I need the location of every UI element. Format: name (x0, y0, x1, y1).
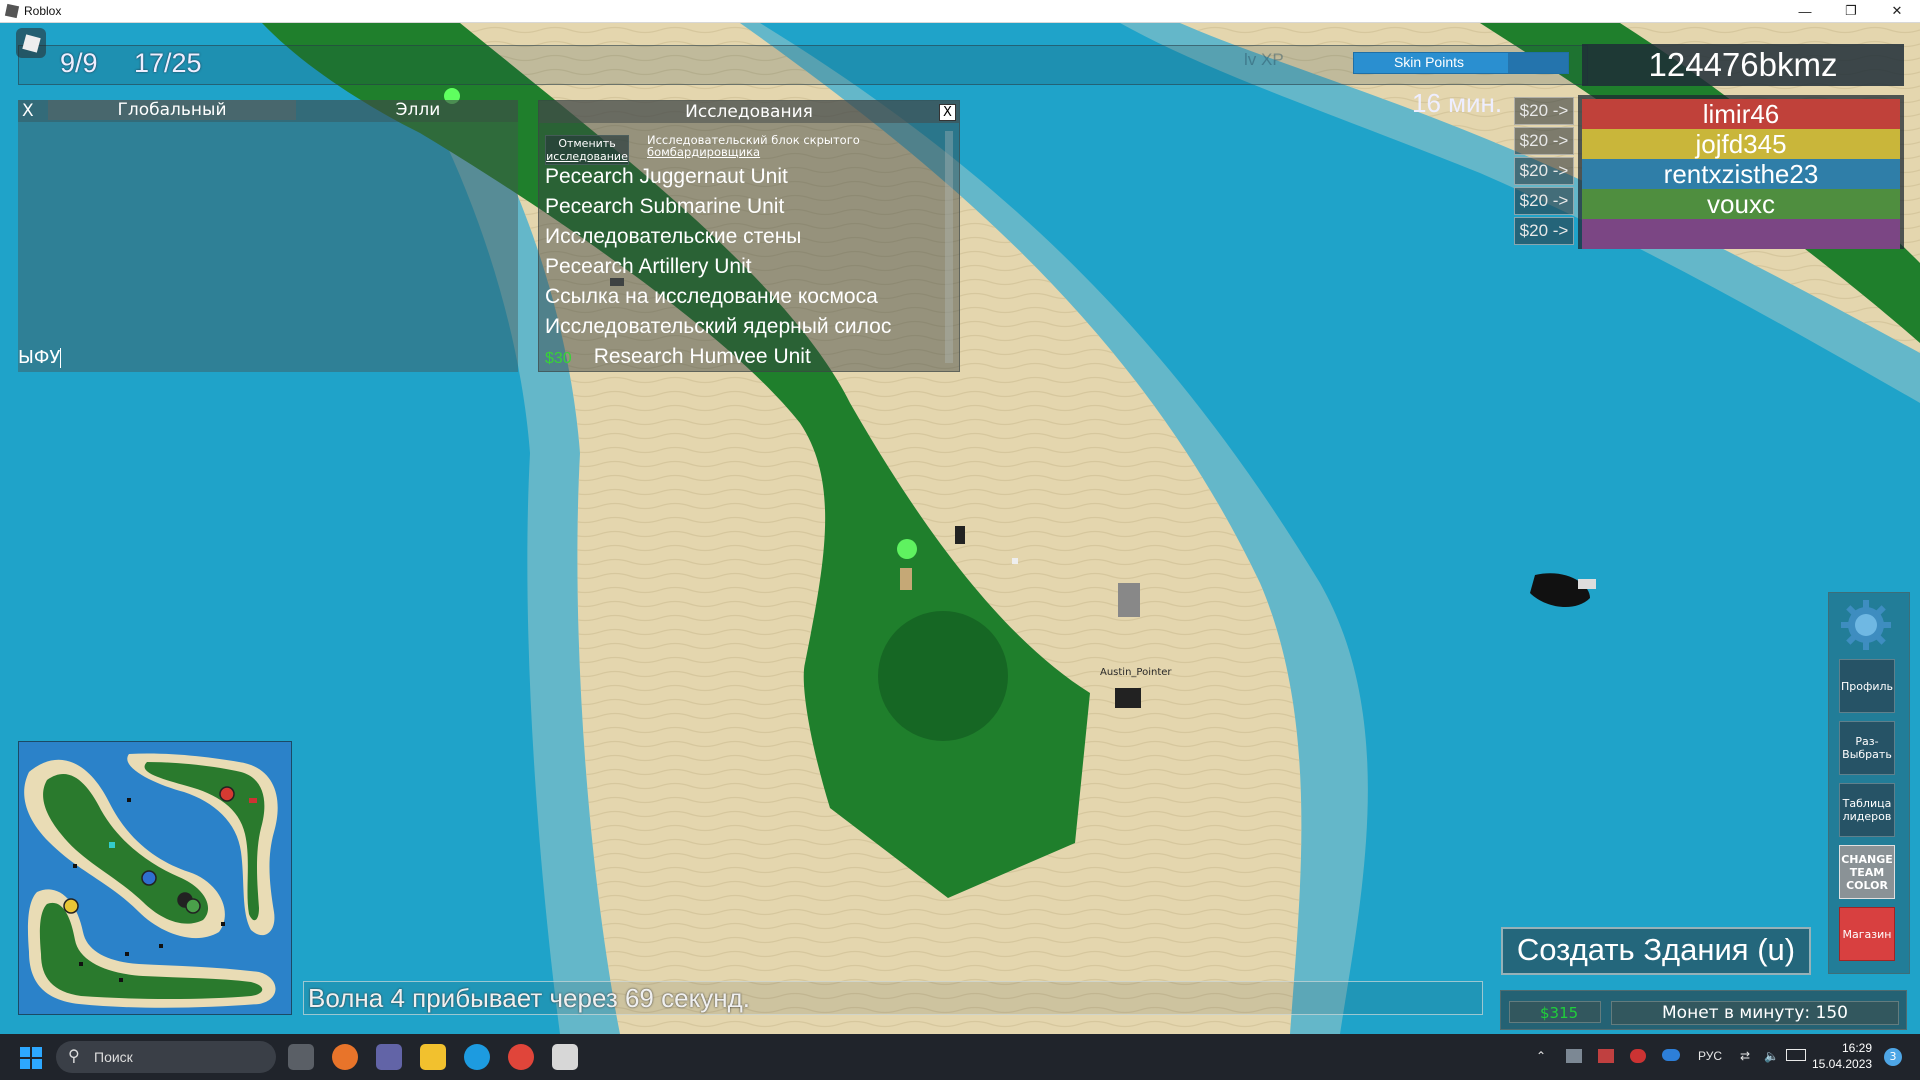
research-close-button[interactable]: X (939, 104, 956, 121)
tray-chevron-icon[interactable]: ⌃ (1536, 1049, 1546, 1063)
network-icon[interactable]: ⇄ (1740, 1049, 1750, 1063)
tray-app-icon[interactable] (1598, 1049, 1614, 1063)
chat-panel: X Глобальный Элли ЫФУ (18, 100, 518, 372)
minimap[interactable] (18, 741, 292, 1015)
shop-button[interactable]: Магазин (1839, 907, 1895, 961)
battery-icon[interactable] (1786, 1049, 1806, 1061)
xp-label: lv XP (1244, 50, 1284, 69)
chat-tabs: X Глобальный Элли (18, 100, 518, 122)
teams-icon[interactable] (376, 1044, 402, 1070)
research-item[interactable]: Ссылка на исследование космоса (545, 285, 878, 309)
roblox-app-icon (4, 3, 20, 19)
chrome-icon[interactable] (508, 1044, 534, 1070)
current-research-note: Исследовательский блок скрытого бомбарди… (647, 133, 860, 159)
research-item[interactable]: Исследовательские стены (545, 225, 801, 249)
maximize-button[interactable]: ❐ (1828, 0, 1874, 22)
file-explorer-icon[interactable] (420, 1044, 446, 1070)
search-icon: ⚲ (68, 1048, 80, 1065)
username-display: 124476bkmz (1582, 44, 1904, 86)
research-item[interactable]: $30 Research Humvee Unit (545, 345, 811, 369)
send-money-button[interactable]: $20 -> (1514, 187, 1574, 215)
research-cost: $30 (545, 350, 572, 367)
wave-status: Волна 4 прибывает через 69 секунд. (303, 981, 1483, 1015)
minimize-button[interactable]: — (1782, 0, 1828, 22)
roblox-menu-icon[interactable] (16, 28, 46, 58)
player-row[interactable] (1582, 219, 1900, 249)
skin-points-bar[interactable]: Skin Points (1353, 52, 1569, 74)
chat-close-button[interactable]: X (22, 101, 34, 121)
send-money-button[interactable]: $20 -> (1514, 127, 1574, 155)
send-money-button[interactable]: $20 -> (1514, 97, 1574, 125)
player-row[interactable]: vouxc (1582, 189, 1900, 219)
players-list: limir46 jojfd345 rentxzisthe23 vouxc (1578, 95, 1904, 249)
change-team-color-button[interactable]: CHANGE TEAM COLOR (1839, 845, 1895, 899)
units-count: 9/9 (60, 48, 98, 78)
disband-button[interactable]: Раз-Выбрать (1839, 721, 1895, 775)
research-item[interactable]: Pecearch Submarine Unit (545, 195, 784, 219)
tray-app-icon[interactable] (1566, 1049, 1582, 1063)
player-row[interactable]: rentxzisthe23 (1582, 159, 1900, 189)
side-menu: Профиль Раз-Выбрать Таблица лидеров CHAN… (1828, 592, 1910, 974)
game-timer: 16 мин. (1412, 88, 1503, 118)
send-money-button[interactable]: $20 -> (1514, 157, 1574, 185)
taskbar-clock[interactable]: 16:29 15.04.2023 (1812, 1040, 1872, 1072)
gear-icon (1841, 600, 1891, 650)
taskbar-search[interactable]: ⚲ Поиск (56, 1041, 276, 1073)
cancel-research-button[interactable]: Отменить исследование (545, 135, 629, 165)
income-bar: $315 Монет в минуту: 150 (1500, 990, 1907, 1030)
onedrive-icon[interactable] (1662, 1049, 1680, 1061)
player-row[interactable]: jojfd345 (1582, 129, 1900, 159)
player-row[interactable]: limir46 (1582, 99, 1900, 129)
research-item[interactable]: Исследовательский ядерный силос (545, 315, 891, 339)
tab-elly-chat[interactable]: Элли (318, 100, 518, 120)
chat-input[interactable]: ЫФУ (18, 346, 138, 370)
research-item[interactable]: Pecearch Juggernaut Unit (545, 165, 788, 189)
language-indicator[interactable]: РУС (1698, 1049, 1722, 1063)
coins-per-minute: Монет в минуту: 150 (1611, 1001, 1899, 1025)
window-title: Roblox (24, 4, 62, 18)
research-scrollbar[interactable] (945, 131, 953, 363)
research-item[interactable]: Pecearch Artillery Unit (545, 255, 752, 279)
send-money-button[interactable]: $20 -> (1514, 217, 1574, 245)
window-titlebar: Roblox — ❐ ✕ (0, 0, 1920, 23)
tab-global-chat[interactable]: Глобальный (48, 100, 296, 120)
npc-name-label: Austin_Pointer (1100, 667, 1172, 678)
windows-taskbar: ⚲ Поиск ⌃ РУС ⇄ 🔈 16:29 15.04.2023 3 (0, 1034, 1920, 1080)
volume-icon[interactable]: 🔈 (1764, 1049, 1779, 1063)
create-buildings-button[interactable]: Создать Здания (u) (1501, 927, 1811, 975)
settings-button[interactable] (1839, 599, 1893, 651)
research-panel: Исследования X Отменить исследование Исс… (538, 100, 960, 372)
start-button[interactable] (20, 1047, 42, 1069)
notification-badge[interactable]: 3 (1884, 1048, 1902, 1066)
research-title: Исследования (539, 101, 959, 123)
skin-points-label: Skin Points (1393, 54, 1465, 70)
roblox-taskbar-icon[interactable] (552, 1044, 578, 1070)
task-view-icon[interactable] (288, 1044, 314, 1070)
edge-icon[interactable] (464, 1044, 490, 1070)
leaderboard-button[interactable]: Таблица лидеров (1839, 783, 1895, 837)
tray-app-icon[interactable] (1630, 1049, 1646, 1063)
firefox-icon[interactable] (332, 1044, 358, 1070)
buildings-count: 17/25 (134, 48, 202, 78)
profile-button[interactable]: Профиль (1839, 659, 1895, 713)
close-window-button[interactable]: ✕ (1874, 0, 1920, 22)
money-display: $315 (1509, 1001, 1601, 1023)
